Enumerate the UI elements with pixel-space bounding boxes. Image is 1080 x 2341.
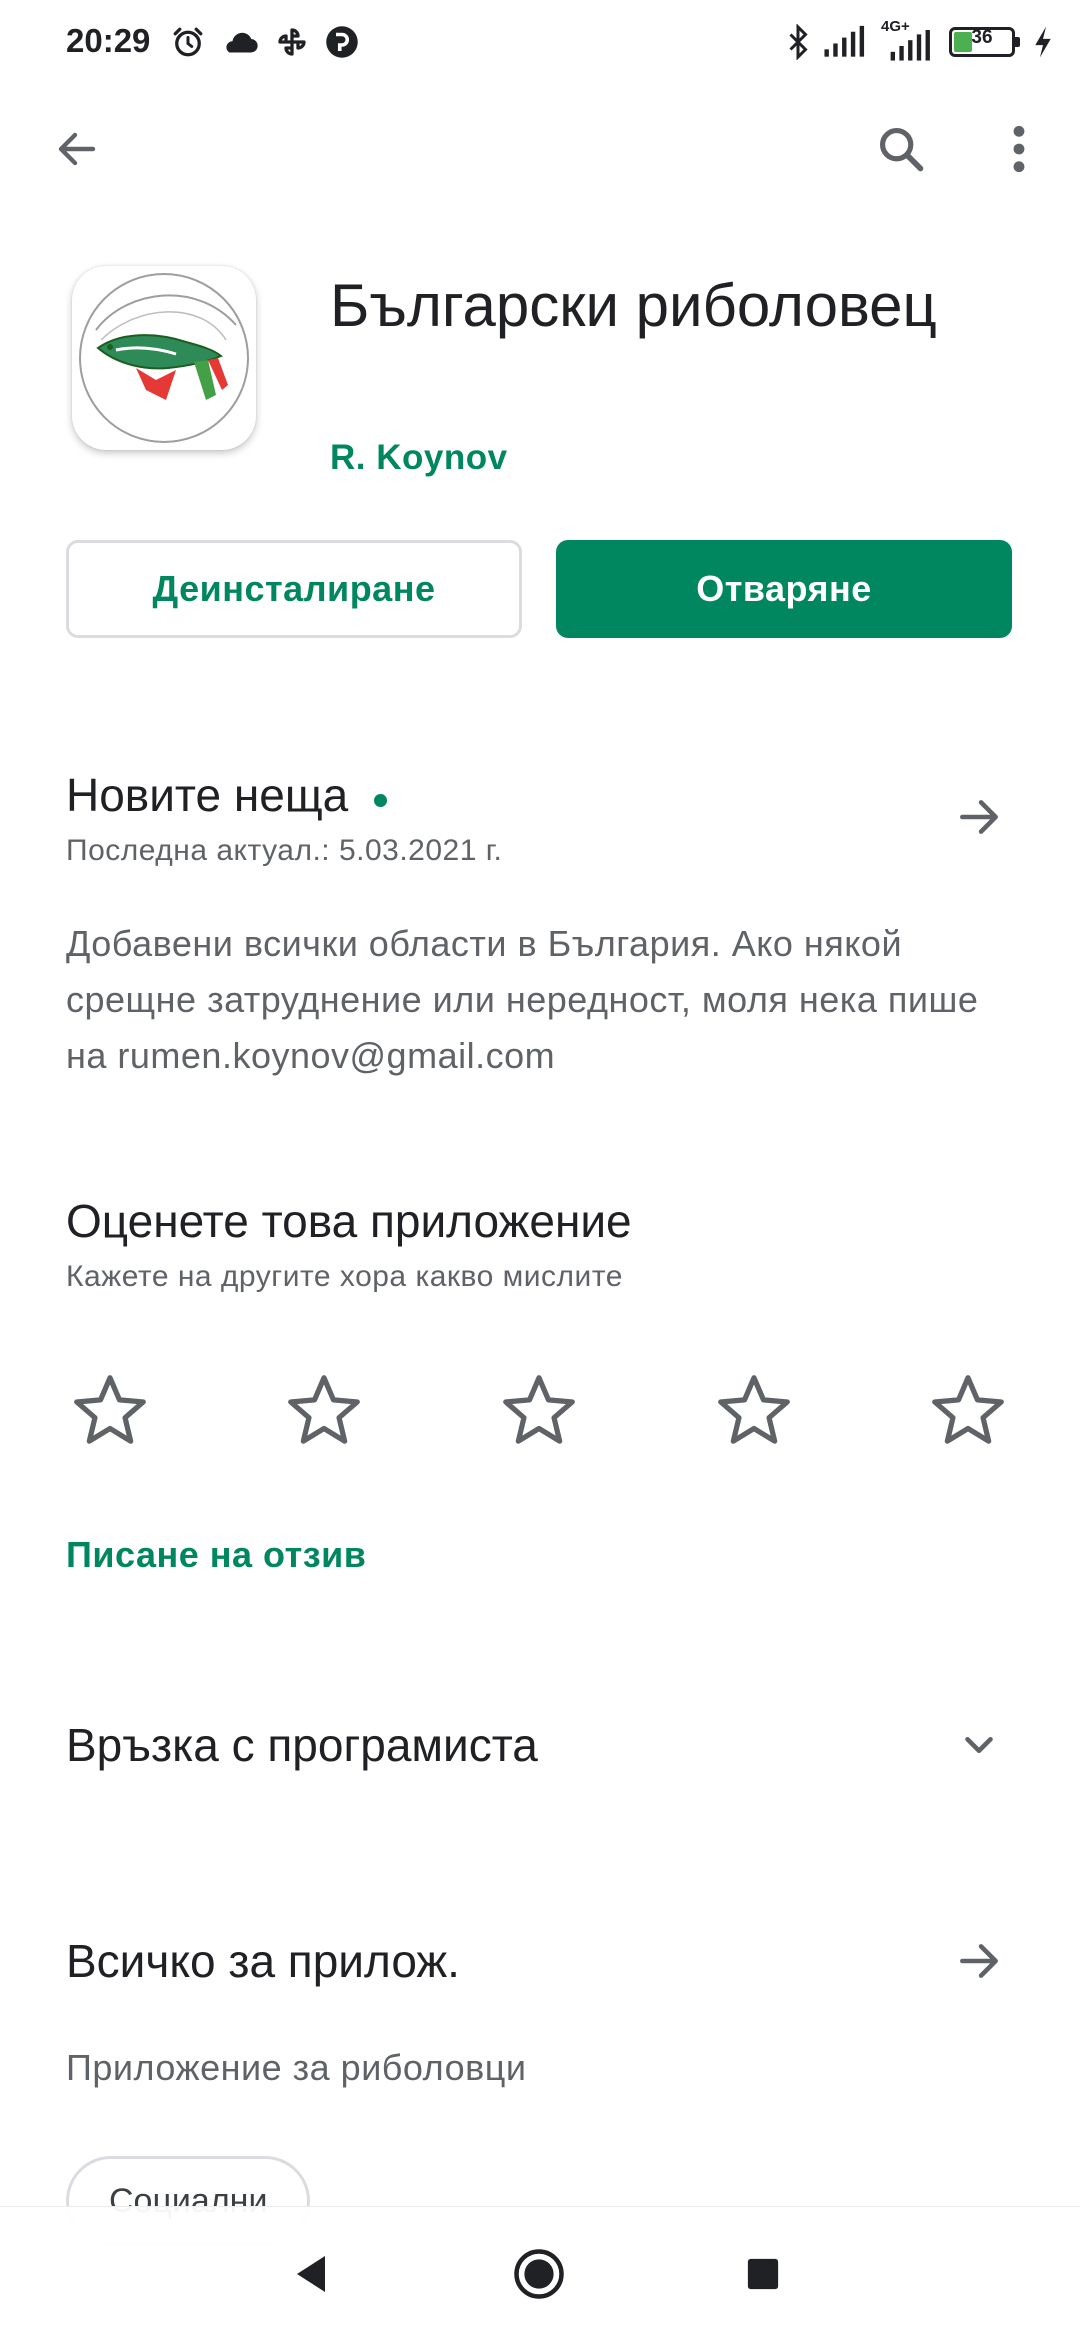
nav-home-button[interactable] [504,2239,574,2309]
rate-subtitle: Кажете на другите хора какво мислите [66,1260,623,1293]
uninstall-button[interactable]: Деинсталиране [66,540,522,638]
cloud-icon [226,32,258,53]
star-3[interactable] [497,1368,581,1452]
status-icons-right: 4G+ 36 [785,18,1054,62]
app-title: Български риболовец [330,272,937,339]
bluetooth-icon [789,24,808,60]
developer-contact-title[interactable]: Връзка с програмиста [66,1718,538,1772]
more-vert-icon [1013,125,1025,173]
search-button[interactable] [866,114,936,184]
star-outline-icon [74,1375,146,1444]
signal-4g-icon [890,30,930,61]
alarm-icon [173,27,203,57]
battery-level: 36 [971,27,993,48]
about-description: Приложение за риболовци [66,2047,527,2088]
nav-recents-button[interactable] [728,2239,798,2309]
status-icons-left [170,24,360,60]
signal-4g-group: 4G+ [879,18,937,62]
arrow-right-icon [960,800,998,834]
more-options-button[interactable] [984,114,1054,184]
star-4[interactable] [712,1368,796,1452]
pinwheel-icon [278,28,306,56]
back-button[interactable] [42,114,112,184]
whats-new-arrow-button[interactable] [944,782,1014,852]
about-title[interactable]: Всичко за прилож. [66,1934,460,1988]
battery-icon: 36 [949,27,1015,57]
write-review-link[interactable]: Писане на отзив [66,1534,366,1576]
whats-new-body: Добавени всички области в България. Ако … [66,923,979,1076]
new-indicator-dot [374,794,388,808]
star-2[interactable] [282,1368,366,1452]
app-notification-icon [326,26,358,58]
rate-title: Оценете това приложение [66,1195,632,1247]
star-5[interactable] [926,1368,1010,1452]
whats-new-updated: Последна актуал.: 5.03.2021 г. [66,834,503,867]
battery-tip [1015,37,1020,47]
about-arrow-button[interactable] [944,1926,1014,1996]
star-1[interactable] [68,1368,152,1452]
back-arrow-icon [58,132,96,166]
star-outline-icon [503,1375,575,1444]
star-outline-icon [932,1375,1004,1444]
nav-recents-icon [747,2258,779,2290]
nav-back-icon [297,2256,325,2292]
arrow-right-icon [960,1944,998,1978]
charging-icon [1035,26,1051,58]
system-nav-bar [0,2206,1080,2341]
star-outline-icon [288,1375,360,1444]
search-icon [879,127,924,172]
developer-link[interactable]: R. Koynov [330,438,508,478]
whats-new-header[interactable]: Новите неща [66,768,388,822]
whats-new-title: Новите неща [66,769,349,821]
app-icon [72,266,256,450]
chevron-down-icon [965,1736,993,1754]
signal-icon [824,25,865,57]
status-time: 20:29 [66,22,151,59]
developer-contact-expand-button[interactable] [944,1710,1014,1780]
fish-logo-icon [79,273,249,443]
nav-back-button[interactable] [276,2239,346,2309]
star-outline-icon [718,1375,790,1444]
open-button[interactable]: Отваряне [556,540,1012,638]
nav-home-icon [514,2249,564,2299]
